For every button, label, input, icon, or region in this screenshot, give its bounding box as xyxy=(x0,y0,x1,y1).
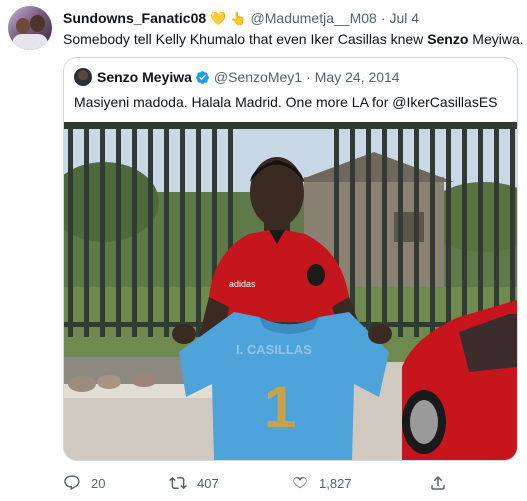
tweet-text-end: Meyiwa. xyxy=(468,31,524,47)
retweet-button[interactable]: 407 xyxy=(169,473,219,493)
quoted-tweet-header: Senzo Meyiwa @SenzoMey1 · May 24, 2014 xyxy=(74,68,400,86)
tweet-text-start: Somebody tell Kelly Khumalo that even Ik… xyxy=(63,31,428,47)
photo-illustration: adidas I. CASILLAS 1 xyxy=(64,122,517,460)
reply-count: 20 xyxy=(91,475,106,491)
separator-dot: · xyxy=(380,10,386,26)
tweet-header: Sundowns_Fanatic08 💛 👆 @Madumetja__M08 ·… xyxy=(63,9,419,27)
retweet-icon xyxy=(169,476,187,490)
retweet-count: 407 xyxy=(197,475,219,491)
display-name[interactable]: Sundowns_Fanatic08 xyxy=(63,10,206,26)
quoted-separator-dot: · xyxy=(306,69,311,85)
quoted-avatar[interactable] xyxy=(74,68,92,86)
jersey-print: I. CASILLAS xyxy=(236,342,312,357)
tweet-text: Somebody tell Kelly Khumalo that even Ik… xyxy=(63,31,524,47)
tweet-date[interactable]: Jul 4 xyxy=(389,10,419,26)
quoted-tweet[interactable]: Senzo Meyiwa @SenzoMey1 · May 24, 2014 M… xyxy=(63,57,518,461)
user-handle[interactable]: @Madumetja__M08 xyxy=(251,10,377,26)
like-button[interactable]: 1,827 xyxy=(291,473,352,493)
avatar[interactable] xyxy=(8,6,52,50)
jersey-number: 1 xyxy=(264,375,296,440)
verified-badge-icon xyxy=(196,70,209,84)
quoted-display-name[interactable]: Senzo Meyiwa xyxy=(97,69,192,85)
like-icon xyxy=(293,476,307,489)
share-button[interactable] xyxy=(429,473,457,493)
reply-icon xyxy=(64,475,80,491)
quoted-tweet-text: Masiyeni madoda. Halala Madrid. One more… xyxy=(74,94,498,110)
tweet-actions: 20 407 1,827 xyxy=(63,473,483,493)
pointing-up-emoji: 👆 xyxy=(230,10,247,26)
quoted-handle[interactable]: @SenzoMey1 xyxy=(214,69,302,85)
yellow-heart-emoji: 💛 xyxy=(210,10,227,26)
share-icon xyxy=(431,475,445,490)
svg-text:adidas: adidas xyxy=(229,279,256,289)
reply-button[interactable]: 20 xyxy=(63,473,105,493)
tweet-text-bold: Senzo xyxy=(427,31,469,47)
quoted-date[interactable]: May 24, 2014 xyxy=(315,69,400,85)
like-count: 1,827 xyxy=(319,475,352,491)
quoted-photo[interactable]: adidas I. CASILLAS 1 xyxy=(64,122,517,460)
